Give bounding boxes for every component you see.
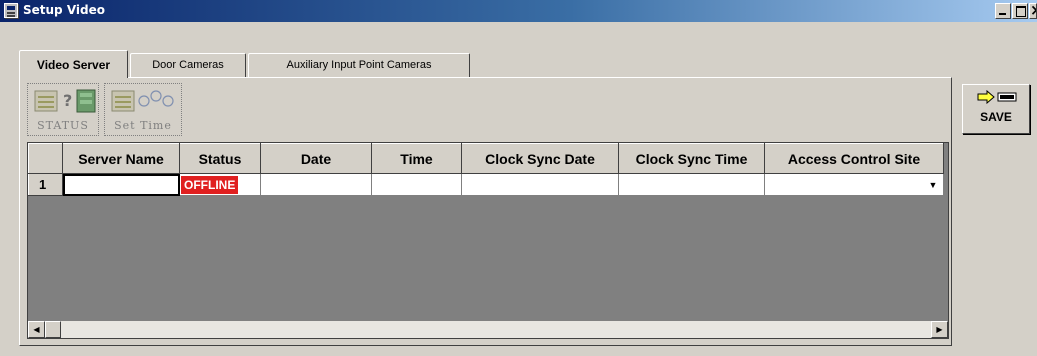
minimize-button[interactable] bbox=[995, 3, 1011, 19]
save-button[interactable]: SAVE bbox=[962, 84, 1030, 134]
scroll-thumb[interactable] bbox=[45, 321, 61, 338]
column-header-clock-sync-time[interactable]: Clock Sync Time bbox=[618, 143, 765, 174]
tab-door-cameras[interactable]: Door Cameras bbox=[130, 53, 246, 78]
table-row[interactable]: 1 OFFLINE ▼ bbox=[28, 173, 944, 196]
window-title: Setup Video bbox=[23, 3, 105, 17]
maximize-button[interactable] bbox=[1012, 3, 1028, 19]
offline-status-badge: OFFLINE bbox=[181, 175, 239, 194]
column-header-row-number bbox=[28, 143, 63, 174]
clock-sync-date-cell[interactable] bbox=[461, 173, 619, 196]
app-icon bbox=[4, 3, 18, 18]
server-status-icon: ? bbox=[34, 89, 96, 113]
clock-sync-icon bbox=[111, 90, 174, 112]
date-cell[interactable] bbox=[260, 173, 372, 196]
table-header-row: Server Name Status Date Time Clock Sync … bbox=[28, 143, 944, 174]
set-time-button-label: Set Time bbox=[114, 119, 172, 132]
video-server-grid[interactable]: Server Name Status Date Time Clock Sync … bbox=[27, 142, 949, 339]
column-header-server-name[interactable]: Server Name bbox=[62, 143, 180, 174]
server-name-cell[interactable] bbox=[62, 173, 180, 196]
svg-text:?: ? bbox=[63, 91, 72, 110]
dropdown-arrow-icon[interactable]: ▼ bbox=[925, 177, 941, 193]
column-header-status[interactable]: Status bbox=[179, 143, 261, 174]
column-header-clock-sync-date[interactable]: Clock Sync Date bbox=[461, 143, 619, 174]
save-button-label: SAVE bbox=[980, 110, 1012, 124]
column-header-access-control-site[interactable]: Access Control Site bbox=[764, 143, 944, 174]
set-time-button[interactable]: Set Time bbox=[104, 83, 182, 136]
column-header-time[interactable]: Time bbox=[371, 143, 462, 174]
title-bar[interactable]: Setup Video bbox=[0, 0, 1037, 22]
server-table: Server Name Status Date Time Clock Sync … bbox=[28, 143, 944, 196]
scroll-right-icon[interactable]: ▶ bbox=[931, 321, 948, 338]
clock-sync-time-cell[interactable] bbox=[618, 173, 765, 196]
video-server-panel: ? STATUS Set Time Server Name Status Dat… bbox=[19, 77, 952, 346]
status-cell: OFFLINE bbox=[179, 173, 261, 196]
status-button[interactable]: ? STATUS bbox=[27, 83, 99, 136]
status-button-label: STATUS bbox=[37, 119, 89, 132]
time-cell[interactable] bbox=[371, 173, 462, 196]
caption-buttons bbox=[994, 3, 1037, 19]
access-control-site-dropdown[interactable]: ▼ bbox=[764, 173, 944, 196]
scroll-left-icon[interactable]: ◀ bbox=[28, 321, 45, 338]
setup-video-window: Setup Video Video Server Door Cameras Au… bbox=[0, 0, 1037, 356]
save-arrow-icon bbox=[977, 90, 1017, 104]
column-header-date[interactable]: Date bbox=[260, 143, 372, 174]
tab-video-server[interactable]: Video Server bbox=[19, 50, 128, 78]
row-number-cell[interactable]: 1 bbox=[28, 173, 63, 196]
tab-auxiliary-input-point-cameras[interactable]: Auxiliary Input Point Cameras bbox=[248, 53, 470, 78]
close-button[interactable] bbox=[1029, 3, 1037, 19]
horizontal-scrollbar[interactable]: ◀ ▶ bbox=[28, 321, 948, 338]
